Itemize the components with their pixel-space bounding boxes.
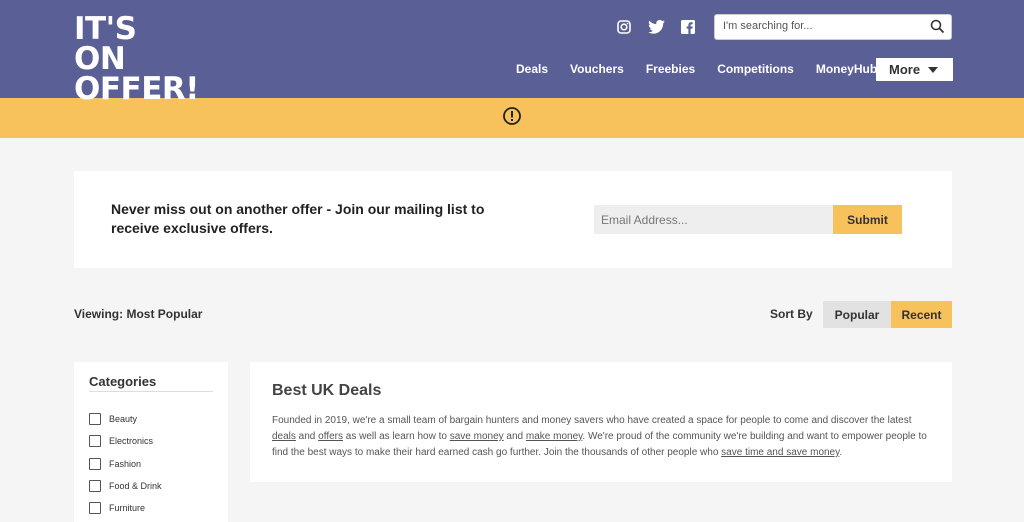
more-label: More <box>889 62 921 77</box>
main-nav: Deals Vouchers Freebies Competitions Mon… <box>516 62 899 76</box>
checkbox[interactable] <box>89 413 101 425</box>
instagram-icon[interactable] <box>614 17 634 37</box>
checkbox[interactable] <box>89 502 101 514</box>
checkbox[interactable] <box>89 480 101 492</box>
search-icon[interactable] <box>930 19 945 39</box>
caret-down-icon <box>928 66 939 73</box>
make-money-link[interactable]: make money <box>526 431 583 442</box>
search-input[interactable] <box>721 19 925 33</box>
category-food-drink[interactable]: Food & Drink <box>89 480 162 492</box>
nav-freebies[interactable]: Freebies <box>646 62 695 76</box>
category-label: Electronics <box>109 436 154 446</box>
desc-text: . <box>839 447 843 458</box>
sort-recent-button[interactable]: Recent <box>891 301 952 328</box>
best-deals-title: Best UK Deals <box>272 382 382 399</box>
social-links <box>614 17 698 37</box>
categories-title: Categories <box>89 374 157 389</box>
viewing-label: Viewing: Most Popular <box>74 307 203 321</box>
logo-tagline: SAVE TIME. SAVE MONEY. <box>88 106 190 113</box>
logo-line-2: OFFER! <box>74 71 199 107</box>
checkbox[interactable] <box>89 435 101 447</box>
more-menu-button[interactable]: More <box>876 58 953 81</box>
nav-competitions[interactable]: Competitions <box>717 62 794 76</box>
logo-line-1: IT'S ON <box>74 11 137 77</box>
sort-by-label: Sort By <box>770 307 813 321</box>
deals-link[interactable]: deals <box>272 431 296 442</box>
category-electronics[interactable]: Electronics <box>89 435 153 447</box>
categories-divider <box>89 391 213 392</box>
email-field[interactable] <box>594 205 834 234</box>
category-furniture[interactable]: Furniture <box>89 502 145 514</box>
nav-vouchers[interactable]: Vouchers <box>570 62 624 76</box>
site-header: IT'S ON OFFER! SAVE TIME. SAVE MONEY. De… <box>0 0 1024 114</box>
nav-deals[interactable]: Deals <box>516 62 548 76</box>
offers-link[interactable]: offers <box>318 431 343 442</box>
logo-text: IT'S ON OFFER! <box>74 11 199 107</box>
search-box <box>714 14 952 40</box>
exclamation-circle-icon[interactable] <box>502 106 522 131</box>
save-time-link[interactable]: save time and save money <box>721 447 839 458</box>
category-label: Fashion <box>109 459 142 469</box>
checkbox[interactable] <box>89 458 101 470</box>
categories-panel: Categories Beauty Electronics Fashion Fo… <box>74 362 228 522</box>
category-beauty[interactable]: Beauty <box>89 413 137 425</box>
best-deals-description: Founded in 2019, we're a small team of b… <box>272 413 932 461</box>
desc-text: and <box>295 431 319 442</box>
best-uk-deals-panel: Best UK Deals Founded in 2019, we're a s… <box>250 362 952 482</box>
desc-text: Founded in 2019, we're a small team of b… <box>272 415 912 426</box>
sort-popular-button[interactable]: Popular <box>823 301 891 328</box>
category-label: Food & Drink <box>109 481 162 491</box>
category-fashion[interactable]: Fashion <box>89 458 141 470</box>
desc-text: and <box>503 431 526 442</box>
sort-options: Popular Recent <box>823 301 952 328</box>
site-logo[interactable]: IT'S ON OFFER! SAVE TIME. SAVE MONEY. <box>74 14 199 114</box>
desc-text: as well as learn how to <box>343 431 450 442</box>
save-money-link[interactable]: save money <box>450 431 504 442</box>
facebook-icon[interactable] <box>678 17 698 37</box>
mailing-list-text: Never miss out on another offer - Join o… <box>111 201 485 236</box>
mailing-list-panel: Never miss out on another offer - Join o… <box>74 171 952 268</box>
category-label: Beauty <box>109 414 138 424</box>
twitter-icon[interactable] <box>646 17 666 37</box>
nav-moneyhub[interactable]: MoneyHub <box>816 62 877 76</box>
category-label: Furniture <box>109 503 146 513</box>
submit-button[interactable]: Submit <box>833 205 902 234</box>
